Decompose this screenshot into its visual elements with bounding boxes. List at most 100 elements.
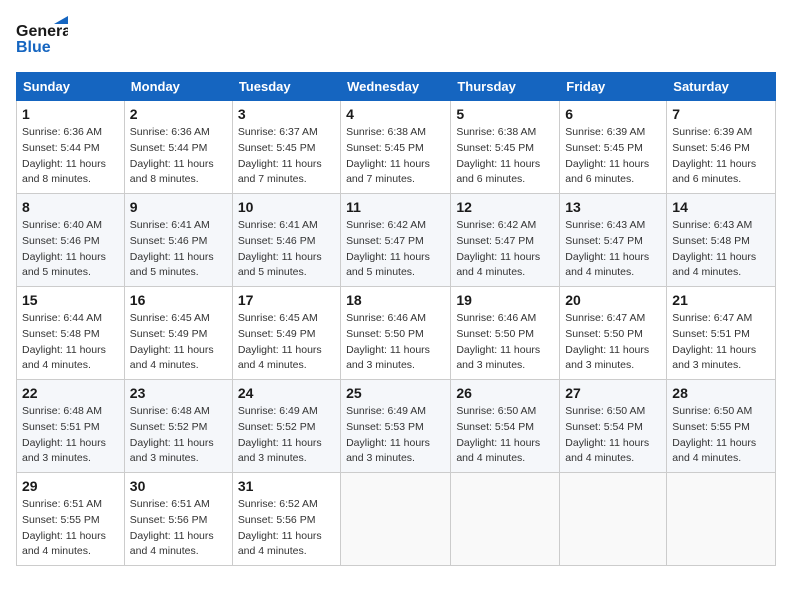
day-number: 4 [346,106,445,122]
calendar-cell: 4 Sunrise: 6:38 AMSunset: 5:45 PMDaylight… [341,101,451,194]
calendar-cell [560,473,667,566]
calendar-week-2: 8 Sunrise: 6:40 AMSunset: 5:46 PMDaylight… [17,194,776,287]
day-number: 14 [672,199,770,215]
day-number: 30 [130,478,227,494]
svg-text:Blue: Blue [16,39,51,56]
weekday-header-wednesday: Wednesday [341,73,451,101]
day-detail: Sunrise: 6:40 AMSunset: 5:46 PMDaylight:… [22,218,119,281]
day-detail: Sunrise: 6:52 AMSunset: 5:56 PMDaylight:… [238,497,335,560]
day-detail: Sunrise: 6:47 AMSunset: 5:51 PMDaylight:… [672,311,770,374]
calendar-cell: 11 Sunrise: 6:42 AMSunset: 5:47 PMDayligh… [341,194,451,287]
day-number: 26 [456,385,554,401]
calendar-week-3: 15 Sunrise: 6:44 AMSunset: 5:48 PMDayligh… [17,287,776,380]
day-number: 21 [672,292,770,308]
calendar-week-1: 1 Sunrise: 6:36 AMSunset: 5:44 PMDaylight… [17,101,776,194]
day-detail: Sunrise: 6:43 AMSunset: 5:47 PMDaylight:… [565,218,661,281]
day-number: 23 [130,385,227,401]
day-number: 7 [672,106,770,122]
day-detail: Sunrise: 6:42 AMSunset: 5:47 PMDaylight:… [456,218,554,281]
day-number: 22 [22,385,119,401]
day-detail: Sunrise: 6:49 AMSunset: 5:52 PMDaylight:… [238,404,335,467]
day-detail: Sunrise: 6:48 AMSunset: 5:51 PMDaylight:… [22,404,119,467]
calendar-cell: 29Sunrise: 6:51 AMSunset: 5:55 PMDayligh… [17,473,125,566]
calendar-cell: 2Sunrise: 6:36 AMSunset: 5:44 PMDaylight… [124,101,232,194]
calendar-cell: 9 Sunrise: 6:41 AMSunset: 5:46 PMDaylight… [124,194,232,287]
calendar-cell: 1 Sunrise: 6:36 AMSunset: 5:44 PMDaylight… [17,101,125,194]
day-number: 28 [672,385,770,401]
day-detail: Sunrise: 6:46 AMSunset: 5:50 PMDaylight:… [456,311,554,374]
weekday-header-saturday: Saturday [667,73,776,101]
day-detail: Sunrise: 6:41 AMSunset: 5:46 PMDaylight:… [238,218,335,281]
day-detail: Sunrise: 6:39 AMSunset: 5:46 PMDaylight:… [672,125,770,188]
calendar-cell: 21 Sunrise: 6:47 AMSunset: 5:51 PMDayligh… [667,287,776,380]
calendar-cell: 16 Sunrise: 6:45 AMSunset: 5:49 PMDayligh… [124,287,232,380]
day-number: 17 [238,292,335,308]
day-detail: Sunrise: 6:45 AMSunset: 5:49 PMDaylight:… [238,311,335,374]
calendar-cell: 25 Sunrise: 6:49 AMSunset: 5:53 PMDayligh… [341,380,451,473]
weekday-header-tuesday: Tuesday [232,73,340,101]
day-detail: Sunrise: 6:36 AMSunset: 5:44 PMDaylight:… [22,125,119,188]
day-detail: Sunrise: 6:46 AMSunset: 5:50 PMDaylight:… [346,311,445,374]
calendar-cell: 22 Sunrise: 6:48 AMSunset: 5:51 PMDayligh… [17,380,125,473]
day-number: 20 [565,292,661,308]
day-detail: Sunrise: 6:49 AMSunset: 5:53 PMDaylight:… [346,404,445,467]
calendar-cell: 23 Sunrise: 6:48 AMSunset: 5:52 PMDayligh… [124,380,232,473]
calendar-cell [667,473,776,566]
day-detail: Sunrise: 6:47 AMSunset: 5:50 PMDaylight:… [565,311,661,374]
calendar-cell: 13 Sunrise: 6:43 AMSunset: 5:47 PMDayligh… [560,194,667,287]
day-number: 5 [456,106,554,122]
calendar-cell: 30 Sunrise: 6:51 AMSunset: 5:56 PMDayligh… [124,473,232,566]
calendar-cell: 24 Sunrise: 6:49 AMSunset: 5:52 PMDayligh… [232,380,340,473]
day-number: 15 [22,292,119,308]
day-detail: Sunrise: 6:43 AMSunset: 5:48 PMDaylight:… [672,218,770,281]
day-number: 8 [22,199,119,215]
day-detail: Sunrise: 6:51 AMSunset: 5:56 PMDaylight:… [130,497,227,560]
weekday-header-monday: Monday [124,73,232,101]
day-detail: Sunrise: 6:44 AMSunset: 5:48 PMDaylight:… [22,311,119,374]
day-number: 16 [130,292,227,308]
calendar-cell: 7 Sunrise: 6:39 AMSunset: 5:46 PMDaylight… [667,101,776,194]
day-number: 19 [456,292,554,308]
calendar-cell: 31 Sunrise: 6:52 AMSunset: 5:56 PMDayligh… [232,473,340,566]
calendar-week-4: 22 Sunrise: 6:48 AMSunset: 5:51 PMDayligh… [17,380,776,473]
day-number: 31 [238,478,335,494]
day-number: 12 [456,199,554,215]
day-detail: Sunrise: 6:48 AMSunset: 5:52 PMDaylight:… [130,404,227,467]
day-detail: Sunrise: 6:39 AMSunset: 5:45 PMDaylight:… [565,125,661,188]
day-number: 24 [238,385,335,401]
day-detail: Sunrise: 6:50 AMSunset: 5:55 PMDaylight:… [672,404,770,467]
calendar-cell: 3 Sunrise: 6:37 AMSunset: 5:45 PMDaylight… [232,101,340,194]
day-number: 10 [238,199,335,215]
calendar-cell: 17 Sunrise: 6:45 AMSunset: 5:49 PMDayligh… [232,287,340,380]
day-detail: Sunrise: 6:38 AMSunset: 5:45 PMDaylight:… [456,125,554,188]
day-number: 18 [346,292,445,308]
calendar-cell: 6 Sunrise: 6:39 AMSunset: 5:45 PMDaylight… [560,101,667,194]
calendar-table: SundayMondayTuesdayWednesdayThursdayFrid… [16,72,776,566]
calendar-cell: 18 Sunrise: 6:46 AMSunset: 5:50 PMDayligh… [341,287,451,380]
day-detail: Sunrise: 6:42 AMSunset: 5:47 PMDaylight:… [346,218,445,281]
day-number: 3 [238,106,335,122]
day-detail: Sunrise: 6:50 AMSunset: 5:54 PMDaylight:… [565,404,661,467]
day-detail: Sunrise: 6:51 AMSunset: 5:55 PMDaylight:… [22,497,119,560]
weekday-header-thursday: Thursday [451,73,560,101]
calendar-cell: 5 Sunrise: 6:38 AMSunset: 5:45 PMDaylight… [451,101,560,194]
logo-icon: General Blue [16,16,68,60]
day-detail: Sunrise: 6:45 AMSunset: 5:49 PMDaylight:… [130,311,227,374]
day-detail: Sunrise: 6:38 AMSunset: 5:45 PMDaylight:… [346,125,445,188]
day-number: 9 [130,199,227,215]
day-number: 11 [346,199,445,215]
day-number: 13 [565,199,661,215]
logo: General Blue [16,16,68,60]
calendar-cell: 10 Sunrise: 6:41 AMSunset: 5:46 PMDayligh… [232,194,340,287]
day-number: 6 [565,106,661,122]
calendar-cell [341,473,451,566]
svg-text:General: General [16,23,68,40]
day-detail: Sunrise: 6:37 AMSunset: 5:45 PMDaylight:… [238,125,335,188]
day-number: 25 [346,385,445,401]
calendar-week-5: 29Sunrise: 6:51 AMSunset: 5:55 PMDayligh… [17,473,776,566]
day-number: 1 [22,106,119,122]
calendar-cell: 19 Sunrise: 6:46 AMSunset: 5:50 PMDayligh… [451,287,560,380]
calendar-cell [451,473,560,566]
day-number: 2 [130,106,227,122]
day-detail: Sunrise: 6:41 AMSunset: 5:46 PMDaylight:… [130,218,227,281]
